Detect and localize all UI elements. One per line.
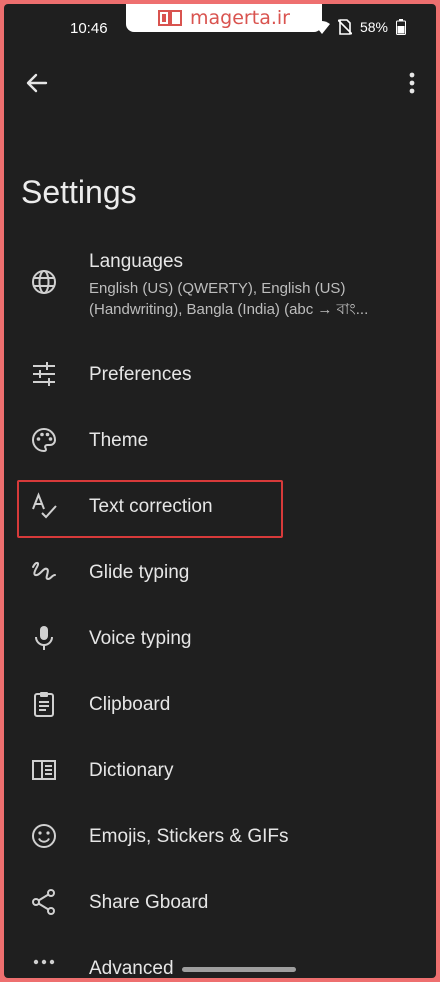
no-sim-icon (337, 19, 352, 35)
gesture-icon (32, 561, 56, 581)
arrow-back-icon (26, 73, 48, 93)
settings-item-preferences[interactable]: Preferences (4, 352, 436, 396)
globe-icon (32, 270, 56, 294)
palette-icon (32, 427, 57, 453)
watermark-text: magerta.ir (190, 7, 290, 29)
battery-percent: 58% (359, 19, 388, 35)
emoji-icon (32, 824, 56, 848)
app-window: 10:46 magerta.ir 58% Settings Languages … (4, 4, 436, 978)
clipboard-label: Clipboard (89, 694, 171, 715)
more-vert-icon (409, 72, 415, 94)
tune-icon (33, 362, 55, 386)
settings-item-share[interactable]: Share Gboard (4, 880, 436, 924)
back-button[interactable] (22, 68, 52, 98)
settings-item-clipboard[interactable]: Clipboard (4, 682, 436, 726)
settings-item-emojis[interactable]: Emojis, Stickers & GIFs (4, 814, 436, 858)
settings-item-advanced[interactable]: Advanced (4, 946, 436, 978)
battery-icon (396, 19, 406, 35)
microphone-icon (35, 626, 53, 650)
glide-typing-label: Glide typing (89, 562, 190, 583)
settings-item-glide-typing[interactable]: Glide typing (4, 550, 436, 594)
share-icon (32, 889, 55, 915)
gesture-nav-bar[interactable] (182, 967, 296, 972)
wifi-icon (313, 21, 330, 34)
preferences-label: Preferences (89, 364, 192, 385)
more-options-button[interactable] (400, 68, 424, 98)
watermark: magerta.ir (126, 4, 322, 32)
more-horiz-icon (33, 959, 55, 965)
dictionary-label: Dictionary (89, 760, 174, 781)
text-correction-highlight-box (17, 480, 283, 538)
page-title: Settings (21, 174, 137, 210)
settings-item-theme[interactable]: Theme (4, 418, 436, 462)
languages-description: English (US) (QWERTY), English (US) (Han… (89, 280, 369, 318)
status-indicators: 58% (313, 19, 406, 35)
advanced-label: Advanced (89, 958, 174, 978)
theme-label: Theme (89, 430, 149, 451)
share-label: Share Gboard (89, 892, 209, 913)
status-time: 10:46 (70, 20, 108, 37)
book-open-icon (32, 760, 56, 780)
emojis-label: Emojis, Stickers & GIFs (89, 826, 289, 847)
settings-item-languages[interactable]: Languages English (US) (QWERTY), English… (4, 246, 436, 330)
languages-label: Languages (89, 251, 184, 272)
settings-item-dictionary[interactable]: Dictionary (4, 748, 436, 792)
settings-item-voice-typing[interactable]: Voice typing (4, 616, 436, 660)
book-icon (158, 10, 183, 26)
voice-typing-label: Voice typing (89, 628, 192, 649)
status-bar: 10:46 magerta.ir 58% (4, 4, 436, 48)
clipboard-icon (34, 692, 54, 717)
